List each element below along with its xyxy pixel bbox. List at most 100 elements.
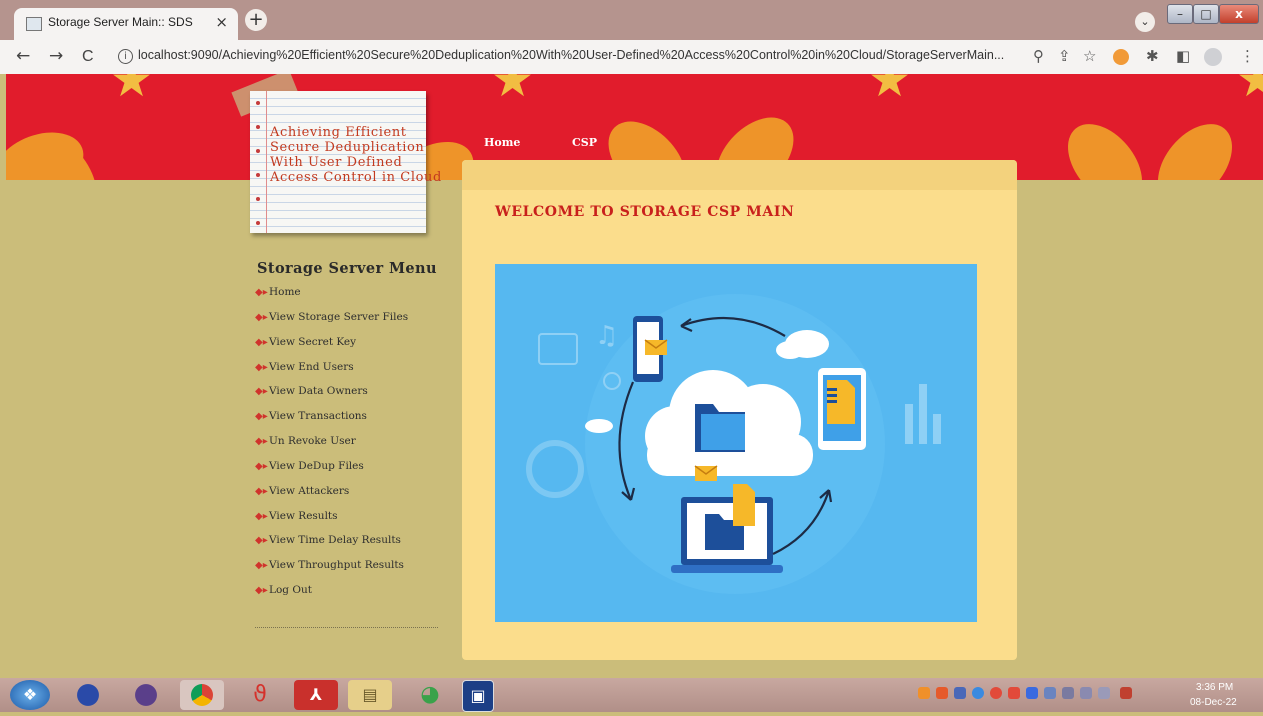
notepad-hole (256, 101, 260, 105)
arrow-bullet-icon: ◆▸ (255, 287, 268, 298)
flower-decoration (1143, 110, 1247, 180)
sidebar-divider (255, 627, 438, 628)
tab-search-button[interactable]: ⌄ (1135, 12, 1155, 32)
star-decoration-icon: ★ (110, 74, 154, 108)
tray-app-icon[interactable] (954, 687, 966, 699)
arrow-bullet-icon: ◆▸ (255, 535, 268, 547)
window-minimize-button[interactable]: – (1167, 4, 1193, 24)
eclipse-ide-app-icon[interactable] (124, 680, 168, 710)
notepad-hole (256, 149, 260, 153)
notepad-hole (256, 197, 260, 201)
sidebar-item-view-attackers[interactable]: ◆▸View Attackers (255, 485, 408, 510)
arrow-bullet-icon: ◆▸ (255, 411, 268, 423)
sidebar-item-view-dedup-files[interactable]: ◆▸View DeDup Files (255, 460, 408, 485)
back-button[interactable]: ← (16, 46, 30, 66)
tray-volume-icon[interactable] (1080, 687, 1092, 699)
arrow-bullet-icon: ◆▸ (255, 460, 268, 472)
filezilla-app-icon[interactable]: ϑ (238, 680, 282, 710)
arrow-bullet-icon: ◆▸ (255, 510, 268, 522)
arrow-bullet-icon: ◆▸ (255, 436, 268, 448)
sidebar-item-view-time-delay-results[interactable]: ◆▸View Time Delay Results (255, 534, 408, 559)
site-info-icon[interactable]: i (118, 49, 133, 64)
terminal-app-icon[interactable]: ▣ (462, 680, 494, 712)
pdf-reader-app-icon[interactable]: ⅄ (294, 680, 338, 710)
clock-date[interactable]: 08-Dec-22 (1190, 697, 1237, 708)
eclipse-app-icon[interactable] (66, 680, 110, 710)
start-button[interactable]: ❖ (10, 680, 50, 710)
sidebar-item-view-data-owners[interactable]: ◆▸View Data Owners (255, 385, 408, 410)
notepad-margin-line (266, 91, 267, 233)
tray-app-icon[interactable] (936, 687, 948, 699)
star-decoration-icon: ★ (868, 74, 912, 108)
welcome-heading: WELCOME TO STORAGE CSP MAIN (495, 204, 795, 220)
zoom-icon[interactable]: ⚲ (1033, 47, 1044, 65)
sidebar-item-view-throughput-results[interactable]: ◆▸View Throughput Results (255, 559, 408, 584)
profile-avatar-icon[interactable] (1204, 48, 1222, 66)
arrow-bullet-icon: ◆▸ (255, 585, 268, 597)
share-icon[interactable]: ⇪ (1058, 47, 1071, 65)
extensions-puzzle-icon[interactable]: ✱ (1146, 47, 1159, 65)
sidebar-item-log-out[interactable]: ◆▸Log Out (255, 584, 408, 609)
bookmark-star-icon[interactable]: ☆ (1083, 47, 1096, 65)
arrow-bullet-icon: ◆▸ (255, 560, 268, 572)
star-decoration-icon: ★ (491, 74, 535, 108)
nav-csp-link[interactable]: CSP (572, 136, 597, 149)
tray-app-icon[interactable] (990, 687, 1002, 699)
sidebar-item-home[interactable]: ◆▸Home (255, 286, 408, 311)
notepad-hole (256, 125, 260, 129)
window-close-button[interactable]: x (1219, 4, 1259, 24)
sidebar-item-view-storage-server-files[interactable]: ◆▸View Storage Server Files (255, 311, 408, 336)
content-panel-header (462, 160, 1017, 190)
tray-app-icon[interactable] (1008, 687, 1020, 699)
sidebar-menu: ◆▸Home ◆▸View Storage Server Files ◆▸Vie… (255, 286, 408, 609)
site-logo-notepad: Achieving Efficient Secure Deduplication… (250, 91, 441, 233)
arrow-bullet-icon: ◆▸ (255, 485, 268, 497)
browser-menu-icon[interactable]: ⋮ (1240, 47, 1255, 65)
clock-time[interactable]: 3:36 PM (1196, 682, 1233, 693)
sidebar-item-un-revoke-user[interactable]: ◆▸Un Revoke User (255, 435, 408, 460)
nav-home-link[interactable]: Home (484, 136, 520, 149)
url-input[interactable]: localhost:9090/Achieving%20Efficient%20S… (138, 48, 1018, 62)
file-explorer-app-icon[interactable]: ▤ (348, 680, 392, 710)
sidebar-item-view-results[interactable]: ◆▸View Results (255, 510, 408, 535)
window-maximize-button[interactable]: □ (1193, 4, 1219, 24)
sidebar-item-view-end-users[interactable]: ◆▸View End Users (255, 361, 408, 386)
tray-app-icon[interactable] (1026, 687, 1038, 699)
arrow-bullet-icon: ◆▸ (255, 386, 268, 398)
arrow-bullet-icon: ◆▸ (255, 361, 268, 373)
sidebar-title: Storage Server Menu (257, 260, 437, 277)
flower-decoration (1053, 110, 1157, 180)
tray-app-icon[interactable] (972, 687, 984, 699)
network-app-icon[interactable]: ◕ (408, 680, 452, 710)
tab-close-icon[interactable]: × (215, 13, 228, 31)
side-panel-icon[interactable]: ◧ (1176, 47, 1190, 65)
tray-app-icon[interactable] (918, 687, 930, 699)
reload-button[interactable]: C (82, 48, 94, 66)
arrow-bullet-icon: ◆▸ (255, 336, 268, 348)
tray-flag-icon[interactable] (1044, 687, 1056, 699)
cloud-storage-illustration: ♫ (495, 264, 977, 622)
notepad-hole (256, 173, 260, 177)
site-title: Achieving Efficient Secure Deduplication… (270, 125, 442, 185)
tab-title: Storage Server Main:: SDS (48, 15, 193, 29)
notepad-hole (256, 221, 260, 225)
tray-mute-icon[interactable] (1120, 687, 1132, 699)
sidebar-item-view-secret-key[interactable]: ◆▸View Secret Key (255, 336, 408, 361)
extension-icon[interactable] (1113, 49, 1129, 65)
star-decoration-icon: ★ (1236, 74, 1263, 108)
address-bar: ← → C i localhost:9090/Achieving%20Effic… (0, 40, 1263, 74)
page-favicon-icon (26, 17, 42, 31)
arrow-bullet-icon: ◆▸ (255, 311, 268, 323)
tray-power-icon[interactable] (1098, 687, 1110, 699)
os-taskbar: ❖ ϑ ⅄ ▤ ◕ ▣ 3:36 PM 08-Dec-22 (0, 678, 1263, 712)
browser-tab[interactable]: Storage Server Main:: SDS × (14, 8, 238, 40)
main-content-panel: WELCOME TO STORAGE CSP MAIN ♫ (462, 160, 1017, 660)
sidebar-item-view-transactions[interactable]: ◆▸View Transactions (255, 410, 408, 435)
new-tab-button[interactable]: + (245, 9, 267, 31)
page-viewport: ★ ★ ★ ★ Home CSP Achieving Efficient Sec… (6, 74, 1263, 678)
chrome-app-icon[interactable] (180, 680, 224, 710)
tray-network-icon[interactable] (1062, 687, 1074, 699)
svg-text:♫: ♫ (595, 321, 618, 351)
forward-button[interactable]: → (49, 46, 63, 66)
browser-tab-bar: Storage Server Main:: SDS × + ⌄ – □ x (0, 0, 1263, 40)
